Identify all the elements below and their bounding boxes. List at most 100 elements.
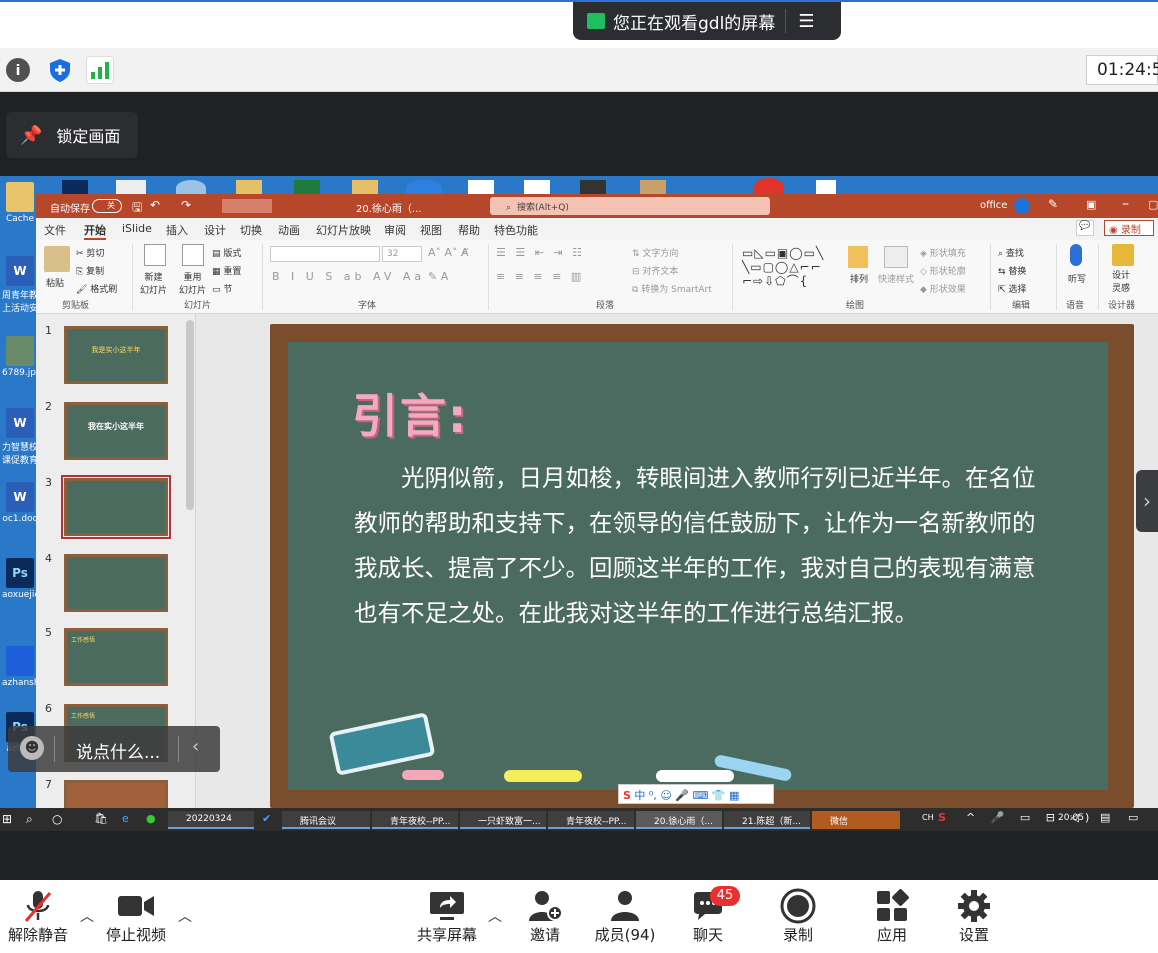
tab-islide[interactable]: iSlide [122,222,152,235]
ribbon-display-icon[interactable]: ▣ [1086,198,1096,211]
taskbar-item-wechat[interactable]: 微信 [812,811,900,829]
cut-button[interactable]: ✂ 剪切 [76,246,104,259]
video-options-chevron-icon[interactable]: ︿ [178,906,192,926]
font-size-input[interactable]: 32 [382,246,422,262]
arrange-label[interactable]: 排列 [850,272,868,285]
designer-icon[interactable] [1112,244,1134,266]
align-buttons[interactable]: ≡ ≡ ≡ ≡ ▥ [496,270,584,283]
chat-input-overlay[interactable]: ☻ 说点什么... ‹ [8,726,220,772]
invite-button[interactable]: 邀请 [522,888,568,945]
sogou-icon[interactable]: S [938,811,946,824]
slide-title[interactable]: 引言: [352,380,468,446]
tab-animations[interactable]: 动画 [278,222,300,238]
shield-icon[interactable] [46,56,74,84]
format-painter-button[interactable]: 🖌 格式刷 [76,282,117,295]
minimize-icon[interactable]: – [1122,196,1129,212]
arrange-icon[interactable] [848,246,868,268]
search-icon[interactable]: ⌕ [26,812,33,827]
next-page-arrow[interactable]: › [1136,470,1158,532]
designer-label[interactable]: 设计 灵感 [1112,268,1130,294]
new-slide-icon[interactable] [144,244,166,266]
desktop-icon[interactable]: Ps aoxuejie [2,558,40,600]
record-button[interactable]: ◉ 录制 [1104,220,1154,236]
tab-slideshow[interactable]: 幻灯片放映 [316,222,371,238]
select-button[interactable]: ⇱ 选择 [998,282,1026,295]
taskbar-item[interactable]: 腾讯会议 [282,811,370,829]
windows-icon[interactable]: ⊞ [2,812,12,826]
list-buttons[interactable]: ☰ ☰ ⇤ ⇥ ☷ [496,246,585,259]
new-slide-label[interactable]: 新建 幻灯片 [140,270,167,296]
share-screen-button[interactable]: 共享屏幕 [412,888,482,945]
lock-view-button[interactable]: 📌 锁定画面 [6,112,138,158]
participants-button[interactable]: 成员(94) [592,888,658,945]
font-preview-box[interactable] [222,199,272,213]
info-icon[interactable]: i [4,56,32,84]
taskbar-item[interactable]: 青年夜校--PP... [372,811,458,829]
paste-icon[interactable] [44,246,70,272]
find-button[interactable]: ⌕ 查找 [998,246,1024,259]
replace-button[interactable]: ⇆ 替换 [998,264,1026,277]
share-banner[interactable]: 您正在观看gdl的屏幕 ☰ [573,2,841,40]
save-icon[interactable]: 🖫 [132,198,142,219]
tab-design[interactable]: 设计 [204,222,226,238]
slide-thumbnail[interactable]: 工作感悟 [64,628,168,686]
apps-button[interactable]: 应用 [872,888,912,945]
copy-button[interactable]: ⎘ 复制 [76,264,104,277]
taskbar-item-active[interactable]: 20.徐心雨（... [636,811,722,829]
signal-icon[interactable] [86,56,114,84]
audio-options-chevron-icon[interactable]: ︿ [80,906,94,926]
taskbar-item[interactable]: 21.陈超（新... [724,811,810,829]
pen-icon[interactable]: ✎ [1048,197,1058,211]
tab-help[interactable]: 帮助 [458,222,480,238]
slide-thumbnail[interactable] [64,554,168,612]
desktop-icon[interactable]: Cache [2,182,38,224]
avatar[interactable] [1014,198,1030,214]
slide-thumbnail[interactable]: 我是实小这半年 [64,326,168,384]
action-center-icon[interactable]: ▭ [1128,811,1138,824]
align-text-button[interactable]: ⊟ 对齐文本 [632,264,678,277]
maximize-icon[interactable]: ▢ [1148,198,1158,211]
tab-features[interactable]: 特色功能 [494,222,538,238]
slide-body-text[interactable]: 光阴似箭，日月如梭，转眼间进入教师行列已近半年。在名位教师的帮助和支持下，在领导… [354,456,1054,636]
store-icon[interactable]: 🛍 [94,812,108,825]
task-view-icon[interactable]: ○ [52,812,62,826]
smartart-button[interactable]: ⧉ 转换为 SmartArt [632,282,712,295]
desktop-icon[interactable]: W 力智慧校 课促教育 [2,408,38,466]
microphone-icon[interactable] [1070,244,1082,266]
tab-review[interactable]: 审阅 [384,222,406,238]
undo-icon[interactable]: ↶ [150,198,160,212]
paste-label[interactable]: 粘贴 [46,276,64,289]
desktop-icon[interactable]: 6789.jpg [2,336,42,378]
clock[interactable]: 20:05 [1058,813,1084,823]
list-icon[interactable]: ☰ [798,11,814,32]
redo-icon[interactable]: ↷ [181,198,191,212]
taskbar-item[interactable]: 一只虾致富一... [460,811,546,829]
desktop-icon[interactable]: W oc1.doc [2,482,38,524]
tab-file[interactable]: 文件 [44,222,66,238]
share-options-chevron-icon[interactable]: ︿ [488,906,502,926]
quick-styles-icon[interactable] [884,246,908,268]
ime-indicator[interactable]: CH [922,813,934,822]
chat-input-placeholder[interactable]: 说点什么... [76,738,160,763]
reuse-slide-label[interactable]: 重用 幻灯片 [179,270,206,296]
font-style-buttons[interactable]: B I U S ab AV Aa [272,270,425,283]
settings-button[interactable]: 设置 [954,888,994,945]
shapes-gallery[interactable]: ▭◺▭▣◯▭╲ ╲▭▢◯△⌐⌐ ⌐⇨⇩⬠⌒{ [742,246,838,290]
text-direction-button[interactable]: ⇅ 文字方向 [632,246,678,259]
reset-button[interactable]: ▦ 重置 [212,264,241,277]
autosave-toggle[interactable]: 关 [92,199,122,213]
tab-insert[interactable]: 插入 [166,222,188,238]
shape-fill-button[interactable]: ◈ 形状填充 [920,246,966,259]
search-box[interactable]: ⌕ 搜索(Alt+Q) [490,197,770,215]
taskbar-item[interactable]: 青年夜校--PP... [548,811,634,829]
quick-styles-label[interactable]: 快速样式 [878,272,914,285]
slide-thumbnail[interactable]: 我在实小这半年 [64,402,168,460]
tab-home[interactable]: 开始 [84,222,106,240]
font-name-input[interactable] [270,246,380,262]
record-button[interactable]: 录制 [778,888,818,945]
desktop-icon[interactable]: W 周青年教 上活动安 [2,256,38,314]
edge-icon[interactable]: e [122,812,129,825]
thumbnail-scrollbar[interactable] [186,320,194,510]
ime-toolbar[interactable]: S 中 ⁰, ☺ 🎤 ⌨ 👕 ▦ [618,784,774,804]
dictate-label[interactable]: 听写 [1068,272,1086,285]
